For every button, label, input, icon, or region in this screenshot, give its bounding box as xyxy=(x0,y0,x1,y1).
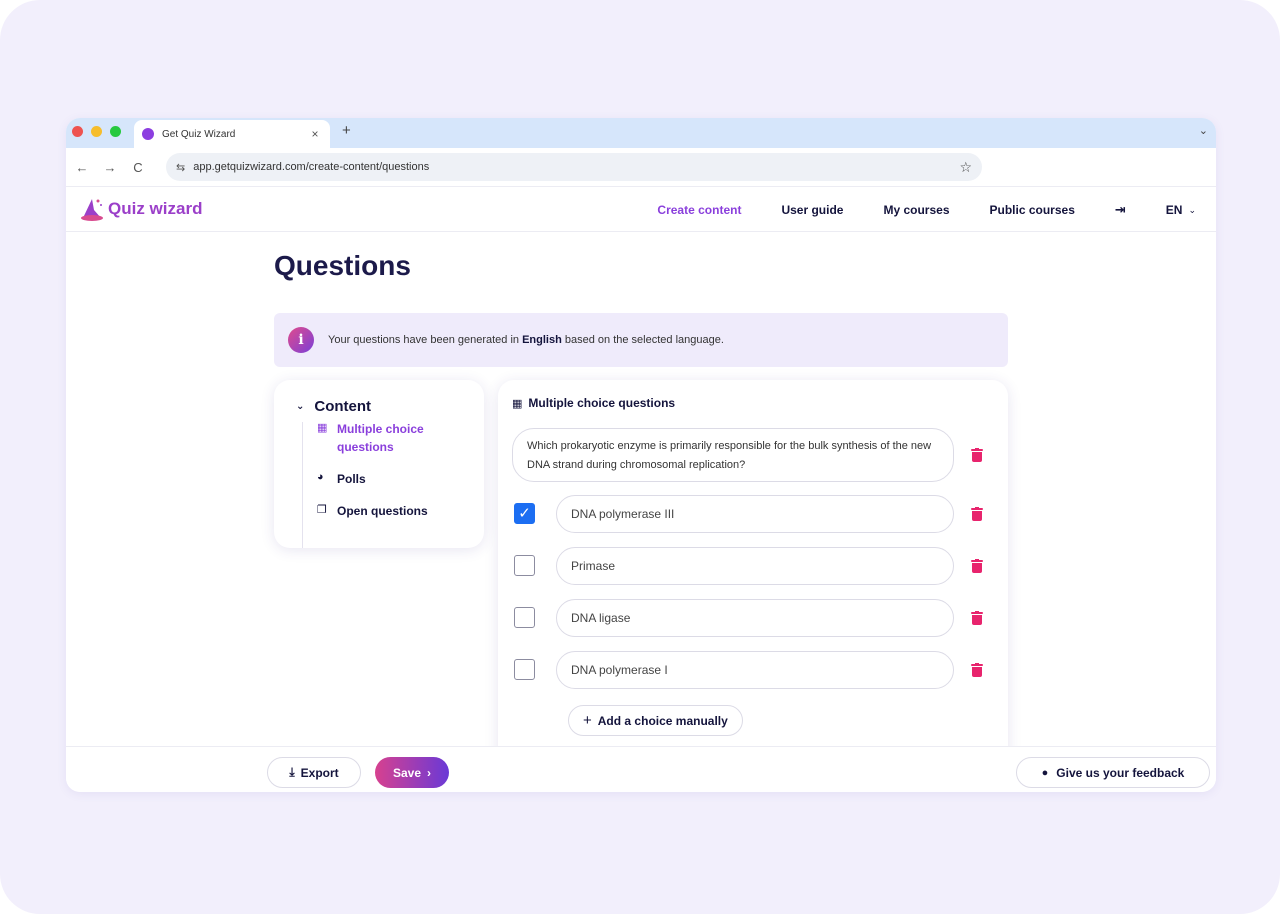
main-nav: Create content User guide My courses Pub… xyxy=(617,187,1196,233)
export-button[interactable]: ⤓ Export xyxy=(267,757,361,788)
reload-icon[interactable]: C xyxy=(124,160,152,175)
nav-create-content[interactable]: Create content xyxy=(657,203,741,217)
bookmark-star-icon[interactable]: ☆ xyxy=(959,159,972,176)
tab-strip: Get Quiz Wizard × + ⌄ xyxy=(66,118,1216,148)
language-label: EN xyxy=(1165,203,1183,217)
tab-title: Get Quiz Wizard xyxy=(162,128,236,140)
app-header: Quiz wizard Create content User guide My… xyxy=(66,186,1216,232)
sidebar-header[interactable]: ⌄ Content xyxy=(296,398,371,415)
back-icon[interactable]: ← xyxy=(68,160,96,175)
add-choice-button[interactable]: + Add a choice manually xyxy=(568,705,743,736)
choice-checkbox[interactable] xyxy=(514,659,535,680)
nav-my-courses[interactable]: My courses xyxy=(883,203,949,217)
question-card: ▦ Multiple choice questions Which prokar… xyxy=(498,380,1008,792)
sidebar-item-label: Open questions xyxy=(337,504,428,518)
sidebar-header-label: Content xyxy=(314,398,372,415)
nav-user-guide[interactable]: User guide xyxy=(781,203,843,217)
logo-text: Quiz wizard xyxy=(108,199,203,218)
url-text[interactable]: app.getquizwizard.com/create-content/que… xyxy=(193,161,959,173)
save-button[interactable]: Save › xyxy=(375,757,449,788)
choice-input[interactable]: DNA polymerase III xyxy=(556,495,954,533)
choice-input[interactable]: Primase xyxy=(556,547,954,585)
minimize-window-button[interactable] xyxy=(91,126,102,137)
chevron-right-icon: › xyxy=(427,765,432,780)
info-text: Your questions have been generated in En… xyxy=(328,334,724,346)
choice-row: ✓ DNA polymerase III xyxy=(514,495,994,533)
choice-row: DNA ligase xyxy=(514,599,994,637)
choice-checkbox[interactable] xyxy=(514,555,535,576)
content-sidebar: ⌄ Content ▦ Multiple choice questions ◕ … xyxy=(274,380,484,548)
address-bar[interactable]: ⇆ app.getquizwizard.com/create-content/q… xyxy=(166,153,982,181)
delete-choice-icon[interactable] xyxy=(971,507,983,521)
language-selector[interactable]: EN ⌄ xyxy=(1166,203,1196,217)
info-banner: i Your questions have been generated in … xyxy=(274,313,1008,367)
choice-row: DNA polymerase I xyxy=(514,651,994,689)
delete-choice-icon[interactable] xyxy=(971,663,983,677)
quiz-wizard-favicon-icon xyxy=(142,128,154,140)
choice-input[interactable]: DNA polymerase I xyxy=(556,651,954,689)
info-icon: i xyxy=(288,327,314,353)
sidebar-item-label: Multiple choice questions xyxy=(337,422,424,454)
feedback-button[interactable]: ● Give us your feedback xyxy=(1016,757,1210,788)
sidebar-item-polls[interactable]: ◕ Polls xyxy=(317,470,457,488)
browser-toolbar: ← → C ⇆ app.getquizwizard.com/create-con… xyxy=(66,148,1216,186)
nav-public-courses[interactable]: Public courses xyxy=(990,203,1075,217)
sidebar-item-label: Polls xyxy=(337,472,366,486)
sidebar-tree-line xyxy=(302,422,303,548)
choice-checkbox[interactable] xyxy=(514,607,535,628)
chat-bubble-icon: ● xyxy=(1041,766,1049,779)
browser-window: Get Quiz Wizard × + ⌄ ← → C ⇆ app.getqui… xyxy=(66,118,1216,792)
choice-row: Primase xyxy=(514,547,994,585)
footer-bar: ⤓ Export Save › ● Give us your feedback xyxy=(66,746,1216,792)
chevron-down-icon: ⌄ xyxy=(296,401,305,412)
list-icon: ▦ xyxy=(512,397,523,410)
maximize-window-button[interactable] xyxy=(110,126,121,137)
delete-choice-icon[interactable] xyxy=(971,611,983,625)
wizard-hat-icon xyxy=(81,199,103,221)
save-label: Save xyxy=(392,765,422,780)
feedback-label: Give us your feedback xyxy=(1056,765,1185,780)
sidebar-item-open-questions[interactable]: ❐ Open questions xyxy=(317,502,457,520)
forward-icon[interactable]: → xyxy=(96,160,124,175)
pie-chart-icon: ◕ xyxy=(317,471,324,483)
choice-input[interactable]: DNA ligase xyxy=(556,599,954,637)
question-card-title: Multiple choice questions xyxy=(528,396,676,410)
logo[interactable]: Quiz wizard xyxy=(80,196,202,222)
list-icon: ▦ xyxy=(317,422,328,434)
tab-close-icon[interactable]: × xyxy=(308,127,322,141)
chevron-down-icon: ⌄ xyxy=(1188,204,1196,215)
new-tab-icon[interactable]: + xyxy=(342,122,351,139)
export-label: Export xyxy=(300,765,339,780)
download-icon: ⤓ xyxy=(289,765,295,779)
logout-icon[interactable]: ⇥ xyxy=(1115,202,1126,218)
choice-checkbox[interactable]: ✓ xyxy=(514,503,535,524)
browser-tab[interactable]: Get Quiz Wizard × xyxy=(134,120,330,148)
question-card-header: ▦ Multiple choice questions xyxy=(512,396,675,410)
info-language: English xyxy=(522,334,562,346)
site-info-icon[interactable]: ⇆ xyxy=(176,161,185,174)
question-text-field[interactable]: Which prokaryotic enzyme is primarily re… xyxy=(512,428,954,482)
chat-icon: ❐ xyxy=(317,504,327,516)
delete-choice-icon[interactable] xyxy=(971,559,983,573)
page-background: Get Quiz Wizard × + ⌄ ← → C ⇆ app.getqui… xyxy=(0,0,1280,914)
close-window-button[interactable] xyxy=(72,126,83,137)
tab-search-icon[interactable]: ⌄ xyxy=(1199,124,1208,137)
plus-icon: + xyxy=(583,712,592,729)
add-choice-label: Add a choice manually xyxy=(597,713,728,728)
delete-question-icon[interactable] xyxy=(971,448,983,462)
page-title: Questions xyxy=(274,250,411,281)
sidebar-item-multiple-choice[interactable]: ▦ Multiple choice questions xyxy=(317,420,457,456)
